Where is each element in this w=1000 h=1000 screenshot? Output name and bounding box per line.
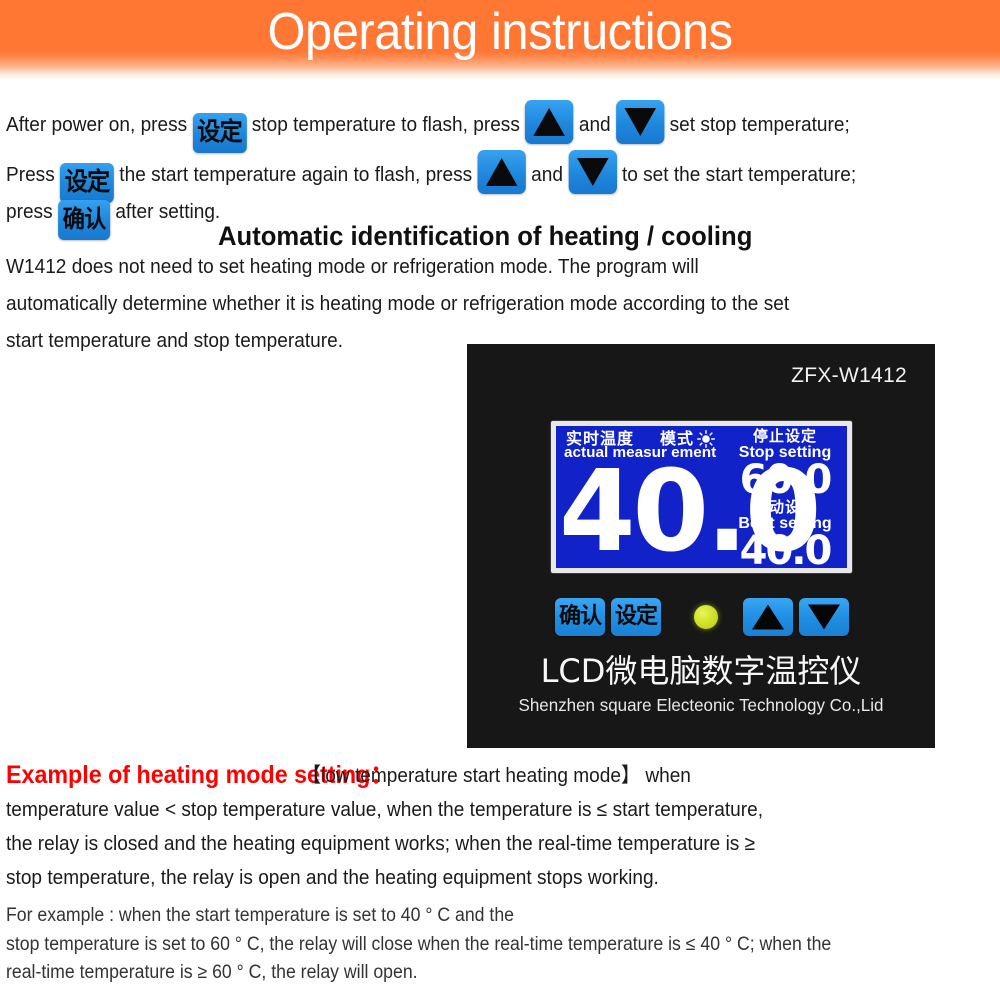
lcd-setpoints-column: 停止设定 Stop setting 60.0 启动设定 Boot setting…	[726, 428, 844, 568]
device-set-button[interactable]: 设定	[611, 598, 661, 636]
header-banner: Operating instructions	[0, 0, 1000, 80]
lcd-screen: 实时温度 模式 actual measur ement 40.0 停止设定 St…	[556, 426, 847, 568]
device-brand-cn: LCD微电脑数字温控仪	[540, 652, 862, 690]
example-line-4: stop temperature, the relay is open and …	[6, 866, 659, 889]
instruction-line-3-part2: after setting.	[115, 200, 221, 223]
instruction-line-1: After power on, press 设定 stop temperatur…	[6, 100, 850, 153]
auto-paragraph-line-3: start temperature and stop temperature.	[6, 329, 343, 352]
lcd-stop-label-cn: 停止设定	[752, 427, 817, 445]
set-key-inline-2[interactable]: 设定	[60, 163, 114, 203]
instruction-line-1-part1: After power on, press	[6, 113, 188, 136]
triangle-up-icon[interactable]	[525, 100, 574, 144]
led-indicator-icon	[694, 605, 718, 629]
device-confirm-button[interactable]: 确认	[555, 598, 605, 636]
triangle-down-icon[interactable]	[615, 100, 665, 144]
example-line-5: For example : when the start temperature…	[6, 905, 514, 926]
lcd-bezel: 实时温度 模式 actual measur ement 40.0 停止设定 St…	[551, 421, 852, 573]
confirm-key-inline[interactable]: 确认	[57, 200, 111, 240]
instruction-line-1-part3: set stop temperature;	[669, 113, 850, 136]
example-line-2: temperature value < stop temperature val…	[6, 798, 764, 821]
auto-paragraph-line-2: automatically determine whether it is he…	[6, 292, 790, 315]
instruction-line-2-part2: the start temperature again to flash, pr…	[119, 163, 473, 186]
device-down-button[interactable]	[799, 598, 849, 636]
device-photo: ZFX-W1412 实时温度 模式 actual measur ement 40…	[467, 344, 935, 748]
example-line-7: real-time temperature is ≥ 60 ° C, the r…	[6, 962, 418, 983]
instruction-line-2-part3: to set the start temperature;	[621, 163, 857, 186]
example-line-6: stop temperature is set to 60 ° C, the r…	[6, 934, 832, 955]
auto-paragraph-line-1: W1412 does not need to set heating mode …	[6, 255, 699, 278]
device-button-row: 确认 设定	[555, 598, 855, 636]
device-brand-en: Shenzhen square Electeonic Technology Co…	[518, 695, 884, 715]
lcd-stop-value: 60.0	[739, 457, 833, 503]
instruction-line-2: Press 设定 the start temperature again to …	[6, 150, 856, 203]
instruction-line-1-and: and	[578, 113, 611, 136]
lcd-boot-value: 40.0	[739, 528, 833, 568]
triangle-up-icon[interactable]	[477, 150, 526, 194]
set-key-inline[interactable]: 设定	[192, 113, 247, 153]
example-heading-tail: 【low temperature start heating mode】 whe…	[302, 764, 691, 787]
instruction-line-2-part1: Press	[6, 163, 55, 186]
triangle-down-icon[interactable]	[568, 150, 617, 194]
auto-identification-heading: Automatic identification of heating / co…	[218, 221, 753, 251]
triangle-up-icon	[752, 604, 784, 630]
instruction-line-1-part2: stop temperature to flash, press	[251, 113, 520, 136]
instruction-line-3-part1: press	[6, 200, 53, 223]
page-title: Operating instructions	[267, 3, 733, 61]
device-model-label: ZFX-W1412	[791, 364, 907, 387]
instruction-line-2-and: and	[531, 163, 563, 186]
instruction-line-3: press 确认 after setting.	[6, 200, 220, 240]
device-up-button[interactable]	[743, 598, 793, 636]
example-line-3: the relay is closed and the heating equi…	[6, 832, 756, 855]
triangle-down-icon	[808, 604, 840, 630]
